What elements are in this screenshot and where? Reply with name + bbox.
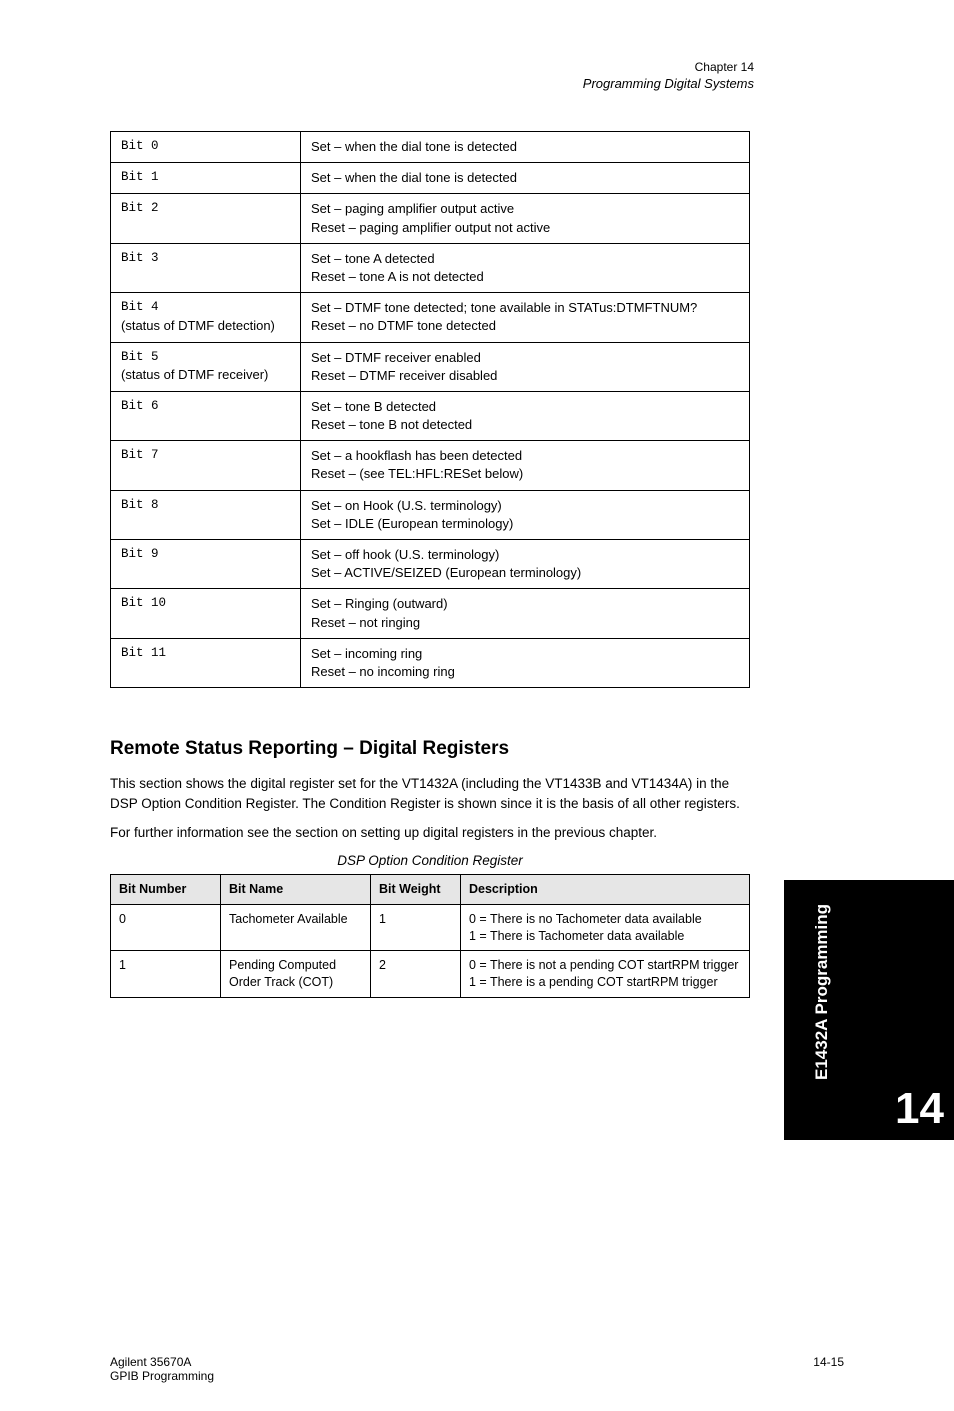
bit-field-cell: Bit 4(status of DTMF detection) [111, 293, 301, 342]
bit-field-cell: Bit 7 [111, 441, 301, 490]
cell: 2 [371, 951, 461, 998]
cell: 0 [111, 904, 221, 951]
cell: Tachometer Available [221, 904, 371, 951]
bit-field-cell: Bit 0 [111, 132, 301, 163]
bit-field-cell: Bit 5(status of DTMF receiver) [111, 342, 301, 391]
cell: 1 [111, 951, 221, 998]
table-row: Bit 4(status of DTMF detection)Set – DTM… [111, 293, 750, 342]
t2-header-bitnumber: Bit Number [111, 874, 221, 904]
bit-description-cell: Set – DTMF tone detected; tone available… [301, 293, 750, 342]
header-title: Programming Digital Systems [110, 76, 754, 91]
bit-definitions-table: Bit 0Set – when the dial tone is detecte… [110, 131, 750, 688]
bit-description-cell: Set – tone B detectedReset – tone B not … [301, 391, 750, 440]
t2-header-bitname: Bit Name [221, 874, 371, 904]
table-caption: DSP Option Condition Register [110, 853, 750, 868]
table-row: Bit 2Set – paging amplifier output activ… [111, 194, 750, 243]
bit-field-cell: Bit 11 [111, 638, 301, 687]
bit-field-cell: Bit 6 [111, 391, 301, 440]
section-paragraph-2: For further information see the section … [110, 823, 760, 843]
bit-description-cell: Set – Ringing (outward)Reset – not ringi… [301, 589, 750, 638]
description-cell: 0 = There is no Tachometer data availabl… [461, 904, 750, 951]
table-row: Bit 0Set – when the dial tone is detecte… [111, 132, 750, 163]
bit-field-cell: Bit 9 [111, 540, 301, 589]
table-row: Bit 11Set – incoming ringReset – no inco… [111, 638, 750, 687]
bit-description-cell: Set – a hookflash has been detectedReset… [301, 441, 750, 490]
table-row: Bit 9Set – off hook (U.S. terminology)Se… [111, 540, 750, 589]
footer-page-number: 14-15 [813, 1355, 844, 1369]
bit-field-cell: Bit 3 [111, 243, 301, 292]
bit-description-cell: Set – DTMF receiver enabledReset – DTMF … [301, 342, 750, 391]
section-title: Remote Status Reporting – Digital Regist… [110, 738, 854, 760]
table-row: Bit 8Set – on Hook (U.S. terminology)Set… [111, 490, 750, 539]
t2-header-bitweight: Bit Weight [371, 874, 461, 904]
side-tab-label: E1432A Programming [812, 904, 832, 1080]
table-row: Bit 6Set – tone B detectedReset – tone B… [111, 391, 750, 440]
cell: Pending Computed Order Track (COT) [221, 951, 371, 998]
bit-description-cell: Set – incoming ringReset – no incoming r… [301, 638, 750, 687]
table-row: Bit 1Set – when the dial tone is detecte… [111, 163, 750, 194]
bit-description-cell: Set – when the dial tone is detected [301, 132, 750, 163]
page-footer: Agilent 35670A GPIB Programming 14-15 [110, 1355, 844, 1383]
bit-field-cell: Bit 10 [111, 589, 301, 638]
bit-field-cell: Bit 8 [111, 490, 301, 539]
condition-register-table: Bit Number Bit Name Bit Weight Descripti… [110, 874, 750, 998]
header-chapter: Chapter 14 [110, 60, 754, 74]
bit-description-cell: Set – on Hook (U.S. terminology)Set – ID… [301, 490, 750, 539]
section-paragraph-1: This section shows the digital register … [110, 774, 760, 813]
table-row: Bit 3Set – tone A detectedReset – tone A… [111, 243, 750, 292]
bit-field-cell: Bit 1 [111, 163, 301, 194]
table-row: 1Pending Computed Order Track (COT)20 = … [111, 951, 750, 998]
bit-description-cell: Set – when the dial tone is detected [301, 163, 750, 194]
t2-header-description: Description [461, 874, 750, 904]
table-row: Bit 5(status of DTMF receiver)Set – DTMF… [111, 342, 750, 391]
cell: 1 [371, 904, 461, 951]
table-row: Bit 7Set – a hookflash has been detected… [111, 441, 750, 490]
side-tab-number: 14 [895, 1084, 944, 1134]
bit-description-cell: Set – off hook (U.S. terminology)Set – A… [301, 540, 750, 589]
table-row: Bit 10Set – Ringing (outward)Reset – not… [111, 589, 750, 638]
footer-product: Agilent 35670A [110, 1355, 214, 1369]
bit-description-cell: Set – paging amplifier output activeRese… [301, 194, 750, 243]
running-header: Chapter 14 Programming Digital Systems [110, 60, 754, 91]
table-row: 0Tachometer Available10 = There is no Ta… [111, 904, 750, 951]
footer-book: GPIB Programming [110, 1369, 214, 1383]
bit-description-cell: Set – tone A detectedReset – tone A is n… [301, 243, 750, 292]
chapter-side-tab: E1432A Programming 14 [784, 880, 954, 1140]
bit-field-cell: Bit 2 [111, 194, 301, 243]
description-cell: 0 = There is not a pending COT startRPM … [461, 951, 750, 998]
